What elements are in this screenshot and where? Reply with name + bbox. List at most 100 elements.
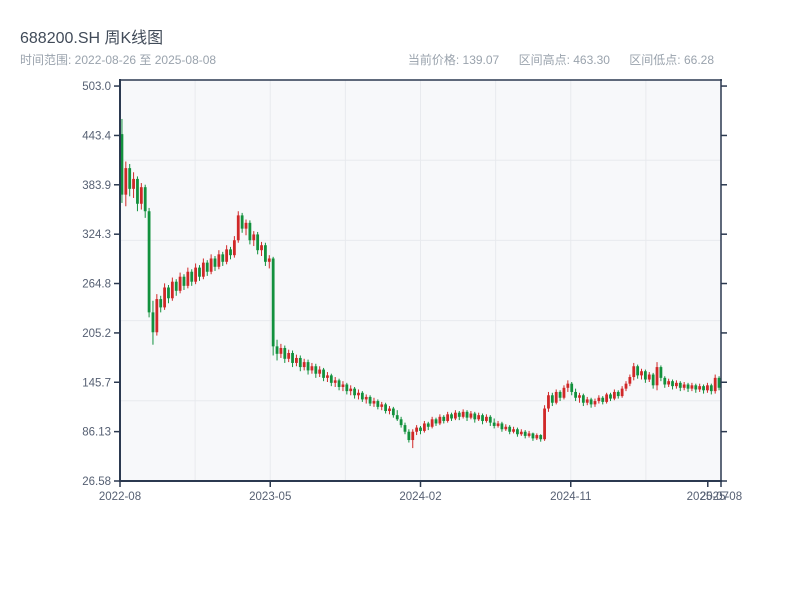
- candle-body: [209, 258, 213, 272]
- x-tick-label: 2022-08: [99, 491, 141, 503]
- candle-body: [698, 386, 702, 390]
- candle-body: [690, 385, 694, 389]
- candle-body: [229, 249, 232, 256]
- candle-body: [329, 375, 333, 383]
- candle-body: [632, 366, 636, 378]
- candle-body: [461, 411, 465, 417]
- candle-body: [170, 281, 174, 299]
- candle-body: [399, 419, 403, 426]
- candle-body: [132, 178, 135, 189]
- candle-body: [508, 426, 512, 432]
- candle-body: [384, 404, 388, 412]
- candle-body: [702, 386, 705, 391]
- candle-body: [682, 384, 686, 388]
- candle-body: [605, 394, 609, 402]
- candle-body: [360, 392, 364, 400]
- candle-body: [205, 262, 209, 272]
- candle-body: [376, 401, 380, 407]
- candle-body: [147, 211, 151, 313]
- candle-body: [380, 404, 384, 407]
- candle-body: [686, 384, 690, 389]
- y-tick-label: 443.4: [82, 130, 111, 142]
- candle-body: [500, 423, 504, 430]
- candle-body: [372, 401, 376, 404]
- candle-body: [578, 395, 581, 398]
- candle-body: [167, 287, 170, 299]
- candle-body: [709, 385, 713, 392]
- candle-body: [159, 299, 163, 308]
- candle-body: [186, 271, 190, 286]
- candle-body: [232, 240, 236, 256]
- candle-body: [589, 399, 593, 405]
- candle-body: [477, 415, 481, 420]
- candle-body: [643, 371, 647, 380]
- candle-body: [252, 234, 256, 241]
- candle-body: [357, 392, 360, 396]
- y-tick-label: 86.13: [82, 427, 111, 439]
- candle-body: [178, 276, 182, 291]
- candle-body: [659, 367, 663, 378]
- candle-body: [469, 413, 473, 418]
- candle-body: [194, 267, 198, 282]
- candle-body: [182, 276, 186, 286]
- candle-body: [298, 357, 302, 368]
- candle-body: [221, 254, 225, 262]
- candle-body: [260, 245, 263, 251]
- candle-body: [675, 382, 678, 387]
- candle-body: [671, 381, 674, 387]
- candle-body: [422, 423, 426, 431]
- candle-body: [531, 433, 535, 439]
- candle-body: [198, 267, 201, 277]
- candle-body: [547, 395, 550, 409]
- candle-body: [190, 271, 194, 282]
- candle-body: [174, 281, 178, 291]
- candle-body: [395, 415, 399, 420]
- candle-body: [411, 431, 415, 441]
- candle-body: [267, 258, 271, 262]
- candle-body: [713, 377, 717, 392]
- candle-body: [616, 391, 620, 397]
- candle-body: [271, 258, 275, 347]
- y-tick-label: 503.0: [82, 81, 111, 93]
- y-tick-label: 205.2: [82, 328, 111, 340]
- candle-body: [523, 431, 527, 436]
- candle-body: [415, 427, 419, 432]
- candle-body: [585, 399, 589, 403]
- candle-body: [442, 416, 446, 421]
- candle-body: [430, 419, 434, 427]
- candle-body: [488, 416, 492, 423]
- x-axis-labels: 2022-08 2023-05 2024-02 2024-11 2025-072025-…: [99, 481, 742, 503]
- candle-body: [717, 377, 721, 388]
- kline-page: 688200.SH 周K线图 时间范围: 2022-08-26 至 2025-0…: [0, 0, 800, 600]
- candle-body: [306, 362, 310, 371]
- candle-body: [539, 435, 543, 440]
- candle-body: [407, 431, 411, 441]
- candle-body: [124, 168, 128, 195]
- candle-body: [248, 222, 252, 241]
- candle-body: [244, 222, 248, 229]
- candle-body: [283, 348, 287, 359]
- candle-body: [364, 396, 368, 400]
- candle-body: [601, 397, 605, 402]
- y-tick-label: 324.3: [82, 229, 111, 241]
- candle-body: [333, 380, 337, 383]
- candle-body: [465, 411, 469, 418]
- candle-body: [527, 433, 531, 436]
- candle-body: [426, 423, 430, 427]
- candle-body: [446, 414, 450, 421]
- candle-body: [163, 287, 166, 308]
- candle-body: [128, 168, 132, 189]
- candle-body: [647, 374, 651, 380]
- candle-body: [225, 249, 229, 262]
- candle-body: [295, 357, 298, 363]
- candle-body: [566, 383, 570, 388]
- x-tick-label: 2025-08: [700, 491, 742, 503]
- candle-body: [155, 299, 159, 333]
- candle-body: [139, 187, 143, 204]
- y-tick-label: 383.9: [82, 180, 111, 192]
- y-tick-label: 26.58: [82, 476, 111, 488]
- candle-body: [256, 234, 260, 251]
- candle-body: [496, 423, 500, 426]
- x-tick-label: 2024-11: [550, 491, 591, 503]
- candle-body: [655, 367, 659, 386]
